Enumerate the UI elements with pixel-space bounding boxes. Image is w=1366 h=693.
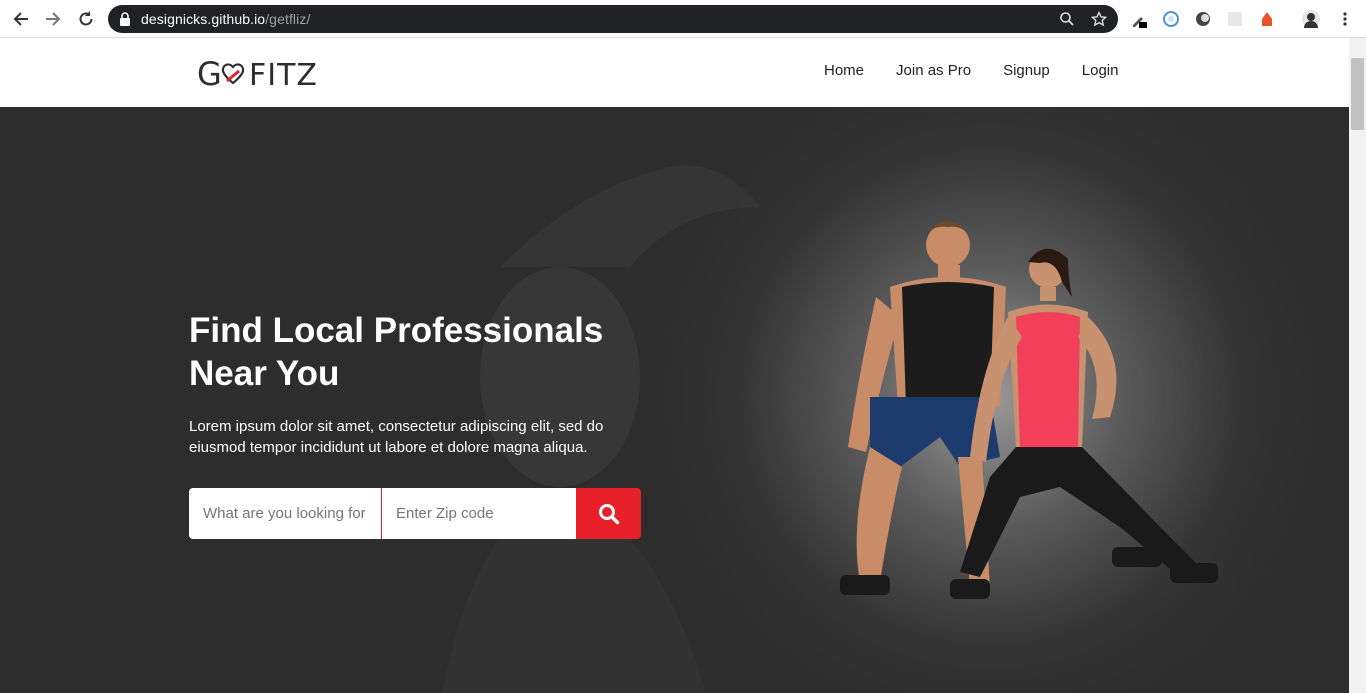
scrollbar-thumb[interactable]: [1351, 58, 1364, 130]
browser-toolbar: designicks.github.io/getfliz/: [0, 0, 1366, 38]
forward-icon[interactable]: [41, 7, 65, 31]
hero-description: Lorem ipsum dolor sit amet, consectetur …: [189, 418, 604, 456]
zip-code-input[interactable]: [382, 488, 576, 539]
search-input[interactable]: [189, 488, 382, 539]
logo[interactable]: G FITZ: [197, 54, 347, 94]
extension-icon[interactable]: [1162, 10, 1180, 28]
zoom-icon[interactable]: [1059, 11, 1075, 27]
lock-icon: [119, 12, 131, 26]
dark-mode-extension-icon[interactable]: [1194, 10, 1212, 28]
url-path: /getfliz/: [265, 11, 311, 27]
fitness-couple-image: [840, 221, 1218, 599]
nav-signup[interactable]: Signup: [1003, 62, 1050, 79]
address-bar[interactable]: designicks.github.io/getfliz/: [108, 5, 1118, 33]
search-button[interactable]: [576, 488, 641, 539]
extension-icon[interactable]: [1258, 10, 1276, 28]
back-icon[interactable]: [9, 7, 33, 31]
url-host: designicks.github.io: [141, 11, 266, 27]
nav-join-as-pro[interactable]: Join as Pro: [896, 62, 971, 79]
search-bar: [189, 488, 641, 539]
svg-text:G: G: [197, 55, 222, 93]
nav-login[interactable]: Login: [1082, 62, 1119, 79]
eyedropper-extension-icon[interactable]: [1130, 10, 1148, 28]
url-text: designicks.github.io/getfliz/: [141, 11, 310, 27]
reload-icon[interactable]: [74, 7, 98, 31]
extension-icon[interactable]: [1226, 10, 1244, 28]
page-scrollbar[interactable]: [1349, 38, 1366, 693]
nav-home[interactable]: Home: [824, 62, 864, 79]
hero-title: Find Local Professionals Near You: [189, 311, 604, 393]
bookmark-star-icon[interactable]: [1090, 10, 1108, 27]
search-icon: [598, 503, 619, 524]
menu-icon[interactable]: [1336, 10, 1354, 28]
profile-avatar[interactable]: [1302, 10, 1320, 28]
hero-section: Find Local Professionals Near You Lorem …: [0, 107, 1349, 693]
gofitz-logo: G FITZ: [197, 55, 318, 93]
svg-text:FITZ: FITZ: [249, 58, 318, 93]
site-header: G FITZ Home Join as Pro Signup Login: [0, 38, 1349, 107]
main-nav: Home Join as Pro Signup Login: [824, 62, 1150, 79]
